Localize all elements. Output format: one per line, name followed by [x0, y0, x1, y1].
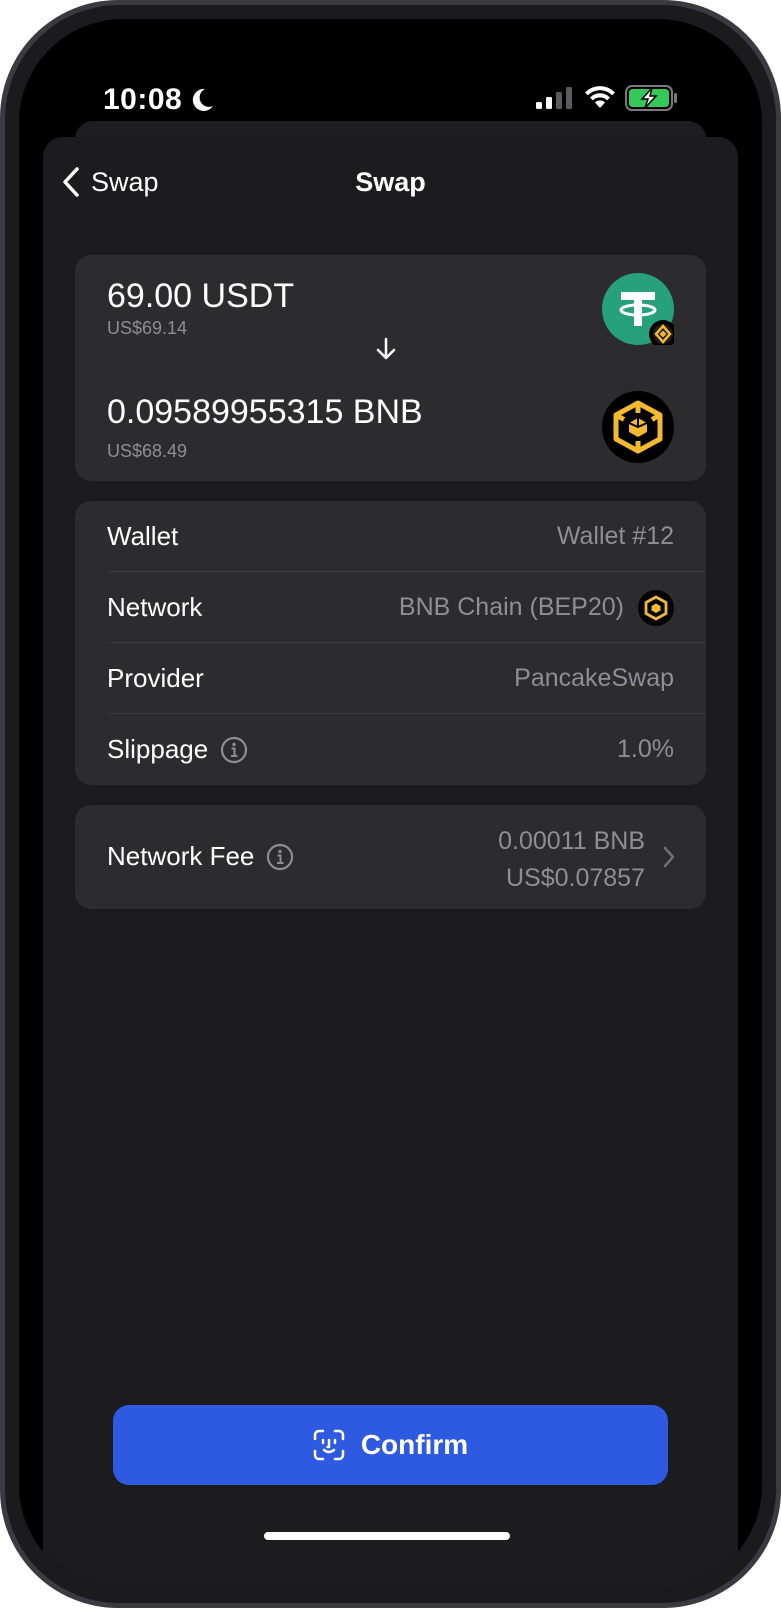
slippage-value: 1.0%: [617, 735, 674, 763]
network-fee-values: 0.00011 BNB US$0.07857: [498, 823, 645, 897]
cellular-signal-icon: [536, 87, 572, 109]
confirm-button[interactable]: Confirm: [113, 1405, 668, 1485]
navigation-bar: Swap Swap: [43, 137, 738, 227]
moon-icon: [192, 88, 213, 111]
info-icon[interactable]: [266, 843, 294, 871]
to-amount: 0.09589955315 BNB: [107, 393, 423, 431]
wallet-value: Wallet #12: [556, 522, 674, 550]
network-value: BNB Chain (BEP20): [399, 572, 674, 643]
usdt-token-icon: [602, 273, 674, 345]
from-fiat-value: US$69.14: [107, 318, 188, 338]
device-bezel: 10:08 Swap Swap 69.00 USDT US$69.14 0.09…: [5, 5, 776, 1603]
network-fee-row[interactable]: Network Fee 0.00011 BNB US$0.07857: [75, 805, 706, 909]
status-time: 10:08: [103, 83, 183, 116]
wifi-icon: [585, 86, 615, 108]
device-frame: 10:08 Swap Swap 69.00 USDT US$69.14 0.09…: [0, 0, 781, 1608]
home-indicator[interactable]: [264, 1532, 510, 1540]
swap-sheet: Swap Swap 69.00 USDT US$69.14 0.09589955…: [43, 137, 738, 1589]
network-label: Network: [107, 592, 203, 622]
face-id-icon: [313, 1429, 345, 1461]
info-icon[interactable]: [220, 736, 248, 764]
network-fee-label: Network Fee: [107, 841, 294, 872]
page-title: Swap: [355, 167, 426, 197]
swap-summary-card: 69.00 USDT US$69.14 0.09589955315 BNB US…: [75, 255, 706, 481]
provider-label: Provider: [107, 663, 204, 693]
slippage-row: Slippage 1.0%: [107, 714, 706, 785]
bnb-chain-icon: [638, 589, 674, 626]
network-fee-fiat: US$0.07857: [505, 864, 645, 892]
screen: 10:08 Swap Swap 69.00 USDT US$69.14 0.09…: [19, 19, 762, 1589]
from-amount: 69.00 USDT: [107, 277, 295, 315]
wallet-row: Wallet Wallet #12: [107, 501, 706, 572]
battery-charging-icon: [625, 85, 677, 111]
to-fiat-value: US$68.49: [107, 441, 188, 461]
bnb-token-icon: [602, 391, 674, 463]
confirm-button-label: Confirm: [360, 1429, 469, 1460]
wallet-label: Wallet: [107, 521, 179, 551]
provider-value: PancakeSwap: [514, 664, 674, 692]
swap-details-card: Wallet Wallet #12 Network BNB Chain (BEP…: [75, 501, 706, 785]
arrow-down-icon: [376, 337, 396, 360]
chevron-right-icon: [663, 846, 675, 868]
provider-row: Provider PancakeSwap: [107, 643, 706, 714]
network-fee-amount: 0.00011 BNB: [498, 827, 645, 855]
network-row: Network BNB Chain (BEP20): [107, 572, 706, 643]
slippage-label: Slippage: [107, 734, 248, 765]
